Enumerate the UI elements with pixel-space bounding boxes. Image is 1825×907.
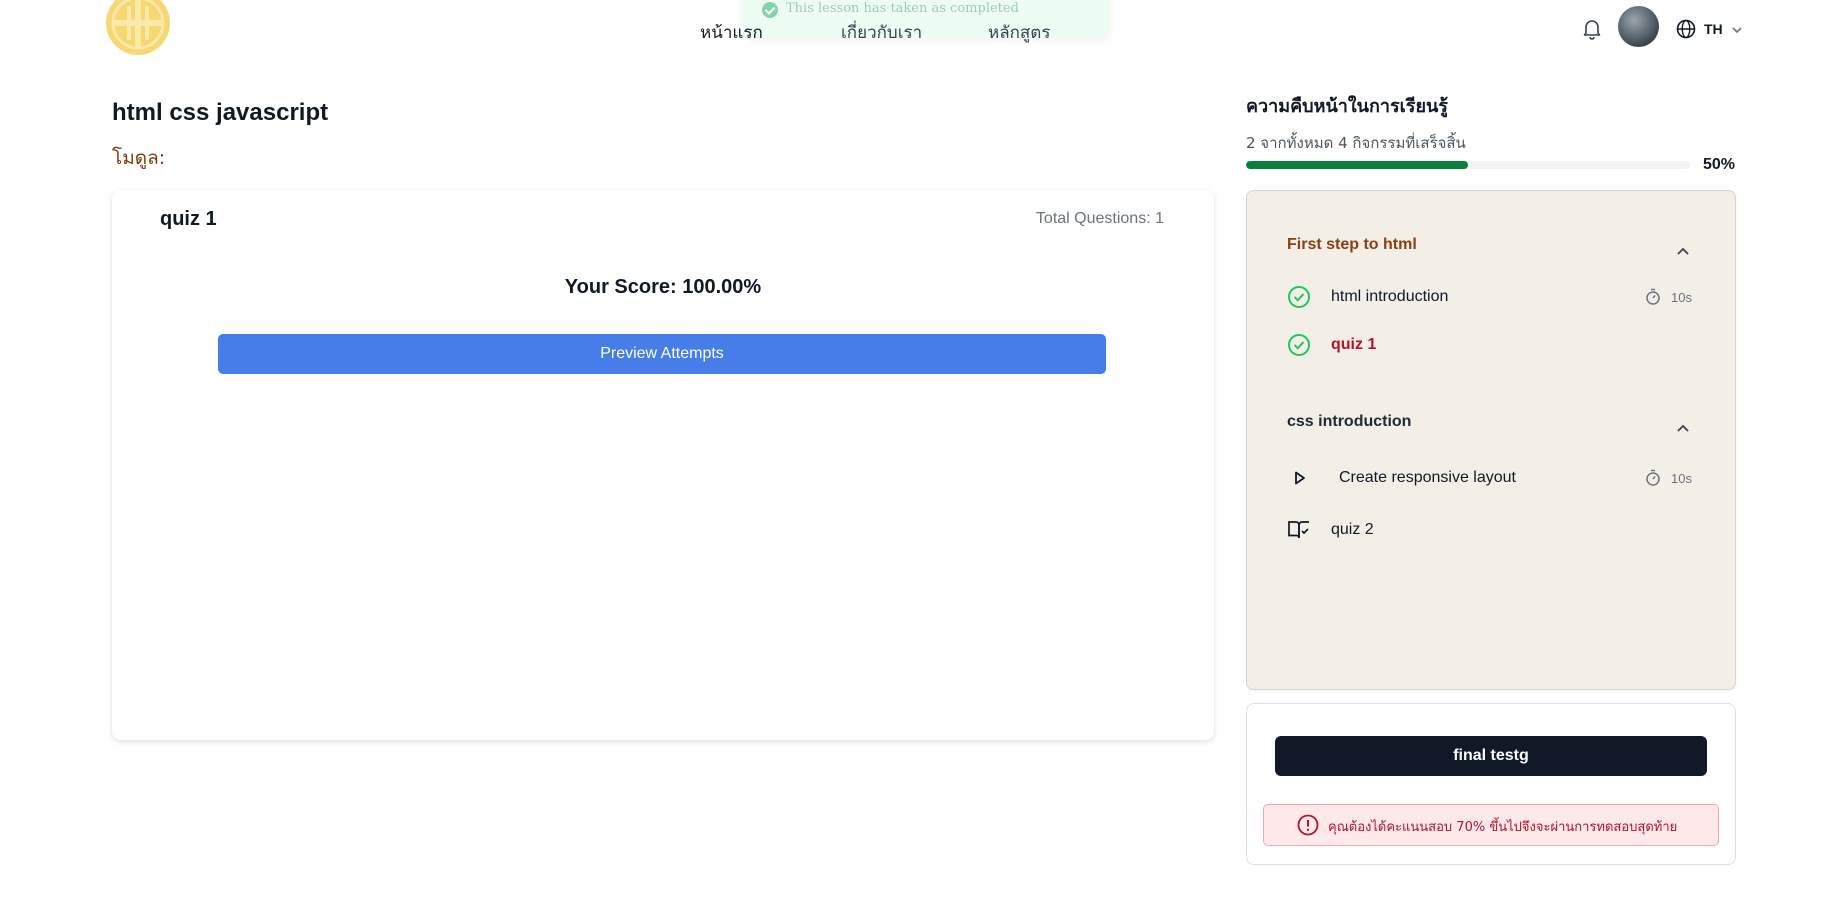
progress-bar: [1246, 161, 1690, 169]
nav-home[interactable]: หน้าแรก: [700, 19, 763, 46]
progress-percent: 50%: [1703, 156, 1736, 173]
completion-toast: This lesson has taken as completed: [742, 0, 1110, 38]
chevron-up-icon[interactable]: [1676, 243, 1690, 255]
timer-icon: [1645, 469, 1661, 487]
quiz-card: quiz 1 Total Questions: 1 Your Score: 10…: [112, 190, 1214, 740]
module-label: โมดูล:: [112, 147, 166, 169]
chevron-up-icon[interactable]: [1676, 420, 1690, 432]
progress-title: ความคืบหน้าในการเรียนรู้: [1246, 96, 1448, 117]
final-test-warning: คุณต้องได้คะแนนสอบ 70% ขึ้นไปจึงจะผ่านกา…: [1263, 804, 1719, 846]
course-title: html css javascript: [112, 99, 329, 126]
alert-circle-icon: [1297, 814, 1319, 836]
check-circle-icon: [762, 2, 778, 18]
final-test-panel: final testg คุณต้องได้คะแนนสอบ 70% ขึ้นไ…: [1246, 703, 1736, 865]
book-check-icon: [1287, 518, 1311, 542]
site-logo[interactable]: [105, 0, 171, 60]
lesson-item-label[interactable]: html introduction: [1331, 288, 1448, 306]
language-label[interactable]: TH: [1704, 21, 1723, 37]
check-circle-icon: [1287, 333, 1311, 357]
lesson-duration: 10s: [1671, 471, 1692, 486]
toast-text: This lesson has taken as completed: [786, 1, 1019, 16]
quiz-title: quiz 1: [160, 208, 217, 230]
progress-text: 2 จากทั้งหมด 4 กิจกรรมที่เสร็จสิ้น: [1246, 134, 1466, 152]
nav-courses[interactable]: หลักสูตร: [988, 19, 1050, 46]
lesson-item-label[interactable]: Create responsive layout: [1339, 469, 1516, 487]
course-outline: First step to html html introduction 10s…: [1246, 190, 1736, 690]
warning-text: คุณต้องได้คะแนนสอบ 70% ขึ้นไปจึงจะผ่านกา…: [1328, 820, 1678, 835]
avatar[interactable]: [1618, 6, 1659, 47]
lesson-item-label[interactable]: quiz 2: [1331, 521, 1374, 539]
lesson-item-label-active[interactable]: quiz 1: [1331, 336, 1376, 354]
timer-icon: [1645, 288, 1661, 306]
nav-about[interactable]: เกี่ยวกับเรา: [841, 19, 922, 46]
quiz-score: Your Score: 100.00%: [564, 276, 762, 298]
preview-attempts-button[interactable]: Preview Attempts: [218, 334, 1106, 374]
final-test-button[interactable]: final testg: [1275, 736, 1707, 776]
progress-bar-fill: [1246, 161, 1468, 169]
chevron-down-icon[interactable]: [1731, 22, 1743, 34]
globe-icon[interactable]: [1676, 19, 1696, 39]
section-title[interactable]: First step to html: [1287, 236, 1417, 254]
section-title[interactable]: css introduction: [1287, 413, 1411, 431]
bell-icon[interactable]: [1582, 18, 1602, 40]
lesson-duration: 10s: [1671, 290, 1692, 305]
play-icon: [1287, 466, 1311, 490]
check-circle-icon: [1287, 285, 1311, 309]
total-questions: Total Questions: 1: [1035, 210, 1164, 227]
